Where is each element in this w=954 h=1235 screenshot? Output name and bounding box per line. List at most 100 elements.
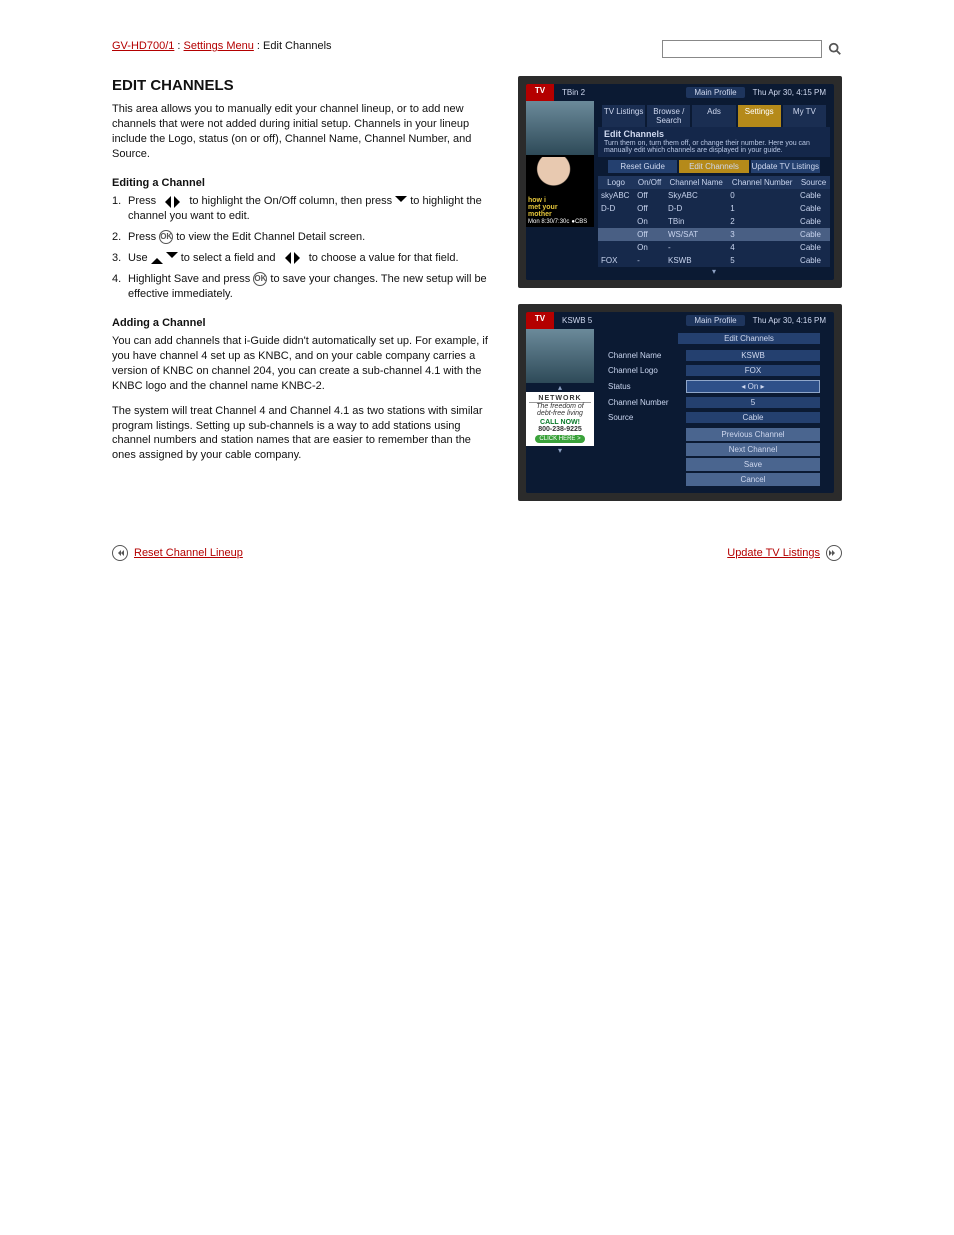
subheading-add: Adding a Channel	[112, 316, 492, 331]
promo-himym: how i met your mother Mon 8:30/7:30c ●CB…	[526, 155, 594, 227]
edit-steps-list: Press to highlight the On/Off column, th…	[112, 194, 492, 301]
table-row[interactable]: OnTBin2Cable	[598, 215, 830, 228]
arrow-left-icon	[279, 252, 291, 264]
field-channel-name[interactable]: Channel Name KSWB	[598, 348, 830, 363]
edit-step-3: Use to select a field and to choose a va…	[112, 251, 492, 266]
step-text: Press	[128, 231, 159, 243]
step-text: to select a field and	[181, 252, 279, 264]
search-icon[interactable]	[828, 42, 842, 56]
panel-description: Turn them on, turn them off, or change t…	[604, 139, 824, 155]
field-value: FOX	[686, 365, 820, 376]
tab-ads[interactable]: Ads	[692, 105, 735, 127]
field-status[interactable]: Status ◂ On ▸	[598, 378, 830, 395]
scroll-down-icon[interactable]: ▾	[598, 267, 830, 276]
next-channel-button[interactable]: Next Channel	[686, 443, 820, 456]
settings-subtabs: Reset Guide Edit Channels Update TV List…	[598, 157, 830, 176]
step-text: Press	[128, 195, 159, 207]
tab-my-tv[interactable]: My TV	[783, 105, 826, 127]
ad-tagline: The freedom of	[529, 403, 591, 410]
step-text: Use	[128, 252, 151, 264]
tv-guide-logo: TV	[526, 84, 554, 101]
channels-table: Logo On/Off Channel Name Channel Number …	[598, 176, 830, 267]
subtab-update[interactable]: Update TV Listings	[751, 160, 820, 173]
table-row[interactable]: D-DOffD-D1Cable	[598, 202, 830, 215]
field-channel-number[interactable]: Channel Number 5	[598, 395, 830, 410]
arrow-left-icon	[159, 196, 171, 208]
field-source[interactable]: Source Cable	[598, 410, 830, 425]
ok-button-icon: OK	[253, 272, 267, 286]
sidebar-ad[interactable]: NETWORK The freedom of debt-free living …	[526, 392, 594, 446]
breadcrumb-link-product[interactable]: GV-HD700/1	[112, 40, 174, 52]
field-value: 5	[686, 397, 820, 408]
add-paragraph-1: You can add channels that i-Guide didn't…	[112, 334, 492, 393]
cancel-button[interactable]: Cancel	[686, 473, 820, 486]
tab-tv-listings[interactable]: TV Listings	[602, 105, 645, 127]
subtab-reset[interactable]: Reset Guide	[608, 160, 677, 173]
edit-step-1: Press to highlight the On/Off column, th…	[112, 194, 492, 224]
edit-step-2: Press OK to view the Edit Channel Detail…	[112, 230, 492, 245]
add-paragraph-2: The system will treat Channel 4 and Chan…	[112, 404, 492, 463]
field-value: KSWB	[686, 350, 820, 361]
ad-brand: NETWORK	[529, 395, 591, 403]
arrow-right-icon	[294, 252, 306, 264]
guide-sidebar: how i met your mother Mon 8:30/7:30c ●CB…	[526, 101, 594, 280]
arrow-down-icon	[166, 252, 178, 264]
profile-badge: Main Profile	[686, 315, 744, 326]
field-label: Channel Logo	[608, 366, 686, 375]
tab-settings[interactable]: Settings	[738, 105, 781, 127]
rewind-icon	[112, 545, 128, 561]
col-source: Source	[797, 176, 830, 189]
col-logo: Logo	[598, 176, 634, 189]
search-form	[662, 40, 842, 58]
field-label: Channel Name	[608, 351, 686, 360]
article-pagination: Reset Channel Lineup Update TV Listings	[112, 545, 842, 561]
prev-article-link[interactable]: Reset Channel Lineup	[134, 547, 243, 559]
scroll-down-icon[interactable]: ▾	[526, 446, 594, 455]
arrow-down-icon	[395, 196, 407, 208]
previous-channel-button[interactable]: Previous Channel	[686, 428, 820, 441]
arrow-up-icon	[151, 252, 163, 264]
ad-cta-button[interactable]: CLICK HERE >	[535, 435, 584, 443]
table-row[interactable]: skyABCOffSkyABC0Cable	[598, 189, 830, 202]
search-input[interactable]	[662, 40, 822, 58]
subtab-edit[interactable]: Edit Channels	[679, 160, 748, 173]
guide-sidebar: ▴ NETWORK The freedom of debt-free livin…	[526, 329, 594, 493]
step-text: to view the Edit Channel Detail screen.	[176, 231, 365, 243]
breadcrumb: GV-HD700/1 : Settings Menu : Edit Channe…	[112, 40, 332, 52]
table-row[interactable]: OffWS/SAT3Cable	[598, 228, 830, 241]
panel-heading: Edit Channels	[604, 129, 824, 139]
col-number: Channel Number	[727, 176, 797, 189]
screenshot-edit-channel-detail: TV KSWB 5 Main Profile Thu Apr 30, 4:16 …	[518, 304, 842, 501]
clock-label: Thu Apr 30, 4:15 PM	[753, 88, 826, 97]
col-name: Channel Name	[665, 176, 727, 189]
step-text: Highlight Save and press	[128, 273, 253, 285]
field-value: ◂ On ▸	[686, 380, 820, 393]
table-row[interactable]: On-4Cable	[598, 241, 830, 254]
breadcrumb-sep: :	[174, 40, 183, 52]
scroll-up-icon[interactable]: ▴	[526, 383, 594, 392]
ad-phone: 800-238-9225	[538, 426, 582, 433]
table-row[interactable]: FOX-KSWB5Cable	[598, 254, 830, 267]
breadcrumb-link-section[interactable]: Settings Menu	[184, 40, 254, 52]
field-channel-logo[interactable]: Channel Logo FOX	[598, 363, 830, 378]
clock-label: Thu Apr 30, 4:16 PM	[753, 316, 826, 325]
screenshot-edit-channels-list: TV TBin 2 Main Profile Thu Apr 30, 4:15 …	[518, 76, 842, 288]
tv-guide-logo: TV	[526, 312, 554, 329]
ad-tagline: debt-free living	[529, 410, 591, 417]
next-article-link[interactable]: Update TV Listings	[727, 547, 820, 559]
screenshots-column: TV TBin 2 Main Profile Thu Apr 30, 4:15 …	[518, 76, 842, 517]
save-button[interactable]: Save	[686, 458, 820, 471]
preview-thumbnail	[526, 101, 594, 155]
step-text: to highlight the On/Off column, then pre…	[189, 195, 395, 207]
field-value: Cable	[686, 412, 820, 423]
ad-callout: CALL NOW!	[529, 419, 591, 426]
guide-tabs: TV Listings Browse / Search Ads Settings…	[598, 105, 830, 127]
arrow-right-icon	[174, 196, 186, 208]
panel-heading: Edit Channels	[678, 333, 820, 344]
tab-browse[interactable]: Browse / Search	[647, 105, 690, 127]
current-channel-label: TBin 2	[562, 88, 585, 97]
field-label: Source	[608, 413, 686, 422]
field-label: Status	[608, 382, 686, 391]
ok-button-icon: OK	[159, 230, 173, 244]
fast-forward-icon	[826, 545, 842, 561]
